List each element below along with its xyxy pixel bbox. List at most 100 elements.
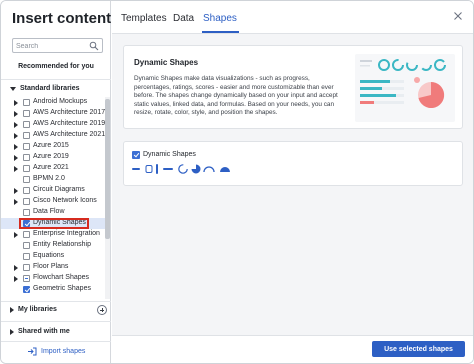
- my-libraries-header[interactable]: My libraries: [10, 306, 57, 313]
- library-item[interactable]: Floor Plans: [1, 262, 105, 273]
- slider-shape: [145, 165, 153, 173]
- tab-bar: Templates Data Shapes: [112, 1, 473, 34]
- gauge-shape: [203, 166, 215, 173]
- selected-library-card: Dynamic Shapes: [123, 141, 463, 186]
- library-item-label: Circuit Diagrams: [33, 186, 85, 193]
- recommended-link[interactable]: Recommended for you: [1, 63, 111, 70]
- tab-shapes[interactable]: Shapes: [203, 13, 237, 24]
- library-detail-card: Dynamic Shapes Dynamic Shapes make data …: [123, 45, 463, 129]
- library-item[interactable]: BPMN 2.0: [1, 174, 105, 185]
- library-item[interactable]: Entity Relationship: [1, 240, 105, 251]
- library-checkbox[interactable]: [23, 143, 30, 150]
- shared-with-me-label: Shared with me: [18, 328, 70, 335]
- half-pie-shape: [220, 167, 230, 172]
- library-scrollbar[interactable]: [105, 97, 110, 299]
- search-input[interactable]: [16, 40, 88, 52]
- use-selected-shapes-button[interactable]: Use selected shapes: [372, 341, 465, 357]
- chevron-down-icon: [10, 86, 16, 91]
- insert-content-dialog: Insert content Recommended for you Stand…: [0, 0, 474, 364]
- library-checkbox[interactable]: [23, 154, 30, 161]
- library-checkbox[interactable]: [23, 110, 30, 117]
- active-tab-indicator: [202, 31, 239, 33]
- library-item[interactable]: Azure 2021: [1, 163, 105, 174]
- library-checkbox[interactable]: [23, 209, 30, 216]
- library-checkbox[interactable]: [23, 99, 30, 106]
- chevron-right-icon[interactable]: [14, 188, 18, 194]
- library-preview-image: [355, 54, 455, 122]
- library-item[interactable]: Enterprise Integration: [1, 229, 105, 240]
- vertical-bar-shape: [156, 164, 158, 174]
- library-checkbox[interactable]: [23, 132, 30, 139]
- library-item[interactable]: AWS Architecture 2021: [1, 130, 105, 141]
- chevron-right-icon[interactable]: [14, 144, 18, 150]
- library-item[interactable]: Cisco Network Icons: [1, 196, 105, 207]
- shape-thumbnails[interactable]: [132, 163, 242, 175]
- divider: [1, 301, 111, 302]
- library-item[interactable]: Geometric Shapes: [1, 284, 105, 295]
- library-item-label: Cisco Network Icons: [33, 197, 97, 204]
- library-item-label: Floor Plans: [33, 263, 69, 270]
- library-item[interactable]: Circuit Diagrams: [1, 185, 105, 196]
- library-list: Android Mockups AWS Architecture 2017 AWS …: [1, 97, 105, 295]
- pie-shape: [191, 164, 201, 174]
- standard-libraries-label: Standard libraries: [20, 85, 80, 92]
- chevron-right-icon[interactable]: [14, 133, 18, 139]
- library-item-label: Azure 2021: [33, 164, 69, 171]
- divider: [1, 79, 111, 80]
- chevron-right-icon[interactable]: [14, 100, 18, 106]
- library-item[interactable]: Equations: [1, 251, 105, 262]
- progress-bar-shape: [132, 168, 140, 170]
- shared-with-me-header[interactable]: Shared with me: [10, 328, 70, 335]
- divider: [1, 341, 111, 342]
- library-checkbox[interactable]: [23, 198, 30, 205]
- search-icon[interactable]: [89, 41, 99, 51]
- chevron-right-icon[interactable]: [14, 155, 18, 161]
- chevron-right-icon[interactable]: [14, 232, 18, 238]
- chevron-right-icon[interactable]: [14, 166, 18, 172]
- library-item[interactable]: Android Mockups: [1, 97, 105, 108]
- library-checkbox[interactable]: [23, 286, 30, 293]
- chevron-right-icon[interactable]: [14, 276, 18, 282]
- library-checkbox[interactable]: [23, 242, 30, 249]
- library-checkbox[interactable]: [23, 264, 30, 271]
- library-checkbox[interactable]: [23, 231, 30, 238]
- chevron-right-icon: [10, 328, 14, 335]
- library-checkbox[interactable]: [23, 176, 30, 183]
- library-item-label: AWS Architecture 2021: [33, 131, 106, 138]
- library-item[interactable]: AWS Architecture 2017: [1, 108, 105, 119]
- library-checkbox[interactable]: [23, 121, 30, 128]
- library-item[interactable]: Azure 2019: [1, 152, 105, 163]
- library-item[interactable]: Azure 2015: [1, 141, 105, 152]
- library-item[interactable]: Dynamic Shapes: [1, 218, 105, 229]
- tab-templates[interactable]: Templates: [121, 13, 167, 24]
- chevron-right-icon[interactable]: [14, 199, 18, 205]
- library-checkbox[interactable]: [23, 275, 30, 282]
- standard-libraries-header[interactable]: Standard libraries: [10, 85, 80, 92]
- highlight-box: [19, 218, 89, 229]
- divider: [1, 321, 111, 322]
- tab-data[interactable]: Data: [173, 13, 194, 24]
- library-item-label: AWS Architecture 2017: [33, 109, 106, 116]
- library-checkbox[interactable]: [23, 165, 30, 172]
- library-item-label: Geometric Shapes: [33, 285, 91, 292]
- library-item[interactable]: Data Flow: [1, 207, 105, 218]
- close-icon[interactable]: [453, 11, 463, 21]
- library-item-label: Entity Relationship: [33, 241, 91, 248]
- library-item[interactable]: Flowchart Shapes: [1, 273, 105, 284]
- library-item[interactable]: AWS Architecture 2019: [1, 119, 105, 130]
- dynamic-shapes-checkbox[interactable]: [132, 151, 140, 159]
- import-shapes-button[interactable]: Import shapes: [27, 347, 85, 356]
- library-detail-description: Dynamic Shapes make data visualizations …: [134, 75, 338, 116]
- library-checkbox[interactable]: [23, 253, 30, 260]
- library-item-label: AWS Architecture 2019: [33, 120, 106, 127]
- library-checkbox[interactable]: [23, 187, 30, 194]
- chevron-right-icon[interactable]: [14, 111, 18, 117]
- library-item-label: Flowchart Shapes: [33, 274, 90, 281]
- chevron-right-icon[interactable]: [14, 265, 18, 271]
- chevron-right-icon: [10, 306, 14, 313]
- scrollbar-thumb[interactable]: [105, 99, 110, 239]
- library-item-label: Enterprise Integration: [33, 230, 100, 237]
- add-library-button[interactable]: [97, 305, 107, 315]
- search-box[interactable]: [12, 38, 103, 53]
- chevron-right-icon[interactable]: [14, 122, 18, 128]
